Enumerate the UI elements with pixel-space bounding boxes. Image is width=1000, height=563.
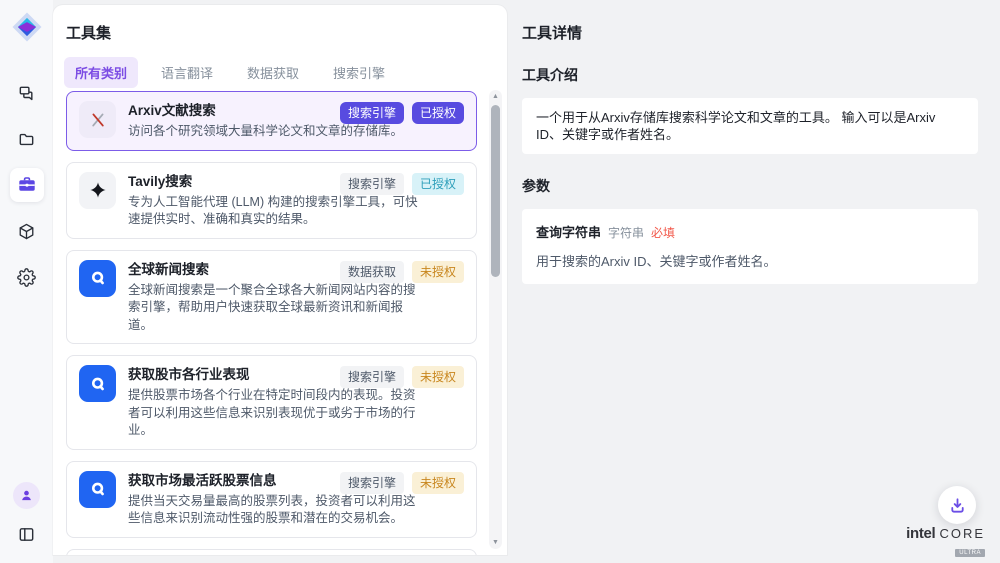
category-badge: 搜索引擎 [340, 366, 404, 388]
tool-description: 提供当天交易量最高的股票列表，投资者可以利用这些信息来识别流动性强的股票和潜在的… [128, 493, 420, 528]
rail-nav [10, 76, 44, 294]
category-badge: 搜索引擎 [340, 472, 404, 494]
auth-status-badge: 已授权 [412, 102, 464, 124]
app-logo [12, 12, 42, 42]
intel-core-wordmark: intel CORE [906, 526, 985, 542]
auth-status-badge: 未授权 [412, 261, 464, 283]
intel-text: intel [906, 525, 935, 542]
tab-label: 数据获取 [247, 66, 299, 81]
juhe-icon [79, 260, 116, 297]
chat-icon [17, 84, 36, 103]
auth-status-badge: 未授权 [412, 472, 464, 494]
download-icon [948, 496, 967, 515]
cube-icon [17, 222, 36, 241]
tool-description: 专为人工智能代理 (LLM) 构建的搜索引擎工具，可快速提供实时、准确和真实的结… [128, 194, 420, 229]
gear-icon [17, 268, 36, 287]
tab-all-categories[interactable]: 所有类别 [64, 57, 138, 88]
download-button[interactable] [938, 486, 976, 524]
tab-data-fetch[interactable]: 数据获取 [236, 57, 310, 88]
category-badge: 数据获取 [340, 261, 404, 283]
tool-card-4[interactable]: 获取股市各行业表现 提供股票市场各个行业在特定时间段内的表现。投资者可以利用这些… [66, 355, 477, 450]
tools-panel-title: 工具集 [66, 22, 111, 43]
tools-panel: 工具集 所有类别 语言翻译 数据获取 搜索引擎 Arxiv文献搜索 访问各个研究… [53, 5, 507, 555]
tool-card-3[interactable]: 全球新闻搜索 全球新闻搜索是一个聚合全球各大新闻网站内容的搜索引擎，帮助用户快速… [66, 250, 477, 345]
tool-description: 访问各个研究领域大量科学论文和文章的存储库。 [128, 123, 403, 141]
sidebar-item-chat[interactable] [10, 76, 44, 110]
tool-description: 全球新闻搜索是一个聚合全球各大新闻网站内容的搜索引擎，帮助用户快速获取全球最新资… [128, 282, 420, 335]
tab-label: 搜索引擎 [333, 66, 385, 81]
tool-card-2[interactable]: Tavily搜索 专为人工智能代理 (LLM) 构建的搜索引擎工具，可快速提供实… [66, 162, 477, 239]
tab-label: 所有类别 [75, 66, 127, 81]
tool-card-6[interactable]: 万维地区新闻查询 查询具体行政区划内的新闻，快速了解各地新闻动 搜索引擎 未授权 [66, 549, 477, 556]
sidebar-item-files[interactable] [10, 122, 44, 156]
tool-card-1[interactable]: Arxiv文献搜索 访问各个研究领域大量科学论文和文章的存储库。 搜索引擎 已授… [66, 91, 477, 151]
scrollbar-thumb[interactable] [491, 105, 500, 277]
param-name: 查询字符串 [536, 225, 601, 240]
tool-description: 提供股票市场各个行业在特定时间段内的表现。投资者可以利用这些信息来识别表现优于或… [128, 387, 420, 440]
tab-search-engine[interactable]: 搜索引擎 [322, 57, 396, 88]
sidebar-item-panels[interactable] [10, 517, 44, 551]
param-required-badge: 必填 [651, 226, 675, 240]
scroll-up-icon[interactable]: ▲ [489, 93, 502, 100]
ultra-badge: ULTRA [955, 549, 985, 557]
folder-icon [17, 130, 36, 149]
scroll-down-icon[interactable]: ▼ [489, 539, 502, 546]
layout-icon [17, 525, 36, 544]
diamond-logo-icon [12, 12, 42, 42]
juhe-icon [79, 471, 116, 508]
sidebar-item-settings[interactable] [10, 260, 44, 294]
left-icon-rail [0, 0, 53, 563]
tool-details-panel: 工具详情 工具介绍 一个用于从Arxiv存储库搜索科学论文和文章的工具。 输入可… [522, 0, 978, 284]
param-description: 用于搜索的Arxiv ID、关键字或作者姓名。 [536, 251, 964, 270]
user-icon [19, 488, 34, 503]
sidebar-item-toolbox[interactable] [10, 168, 44, 202]
param-type: 字符串 [608, 226, 644, 240]
sidebar-item-models[interactable] [10, 214, 44, 248]
params-heading: 参数 [522, 176, 978, 196]
list-scrollbar[interactable]: ▲ ▼ [489, 90, 502, 549]
juhe-icon [79, 365, 116, 402]
param-header-row: 查询字符串字符串必填 [536, 222, 964, 242]
auth-status-badge: 已授权 [412, 173, 464, 195]
tool-card-5[interactable]: 获取市场最活跃股票信息 提供当天交易量最高的股票列表，投资者可以利用这些信息来识… [66, 461, 477, 538]
category-badge: 搜索引擎 [340, 173, 404, 195]
arxiv-icon [79, 101, 116, 138]
tavily-icon [79, 172, 116, 209]
category-badge: 搜索引擎 [340, 102, 404, 124]
category-tabs: 所有类别 语言翻译 数据获取 搜索引擎 [64, 57, 396, 88]
intro-card: 一个用于从Arxiv存储库搜索科学论文和文章的工具。 输入可以是Arxiv ID… [522, 98, 978, 154]
toolbox-icon [17, 175, 37, 195]
intro-heading: 工具介绍 [522, 65, 978, 85]
intel-core-logo: intel CORE ULTRA [906, 526, 985, 558]
core-text: CORE [939, 526, 985, 541]
param-card: 查询字符串字符串必填 用于搜索的Arxiv ID、关键字或作者姓名。 [522, 209, 978, 284]
rail-bottom [10, 482, 44, 551]
sidebar-item-profile[interactable] [13, 482, 40, 509]
tab-label: 语言翻译 [161, 66, 213, 81]
tool-list: Arxiv文献搜索 访问各个研究领域大量科学论文和文章的存储库。 搜索引擎 已授… [66, 91, 477, 555]
details-title: 工具详情 [522, 22, 978, 43]
tab-language-translation[interactable]: 语言翻译 [150, 57, 224, 88]
auth-status-badge: 未授权 [412, 366, 464, 388]
